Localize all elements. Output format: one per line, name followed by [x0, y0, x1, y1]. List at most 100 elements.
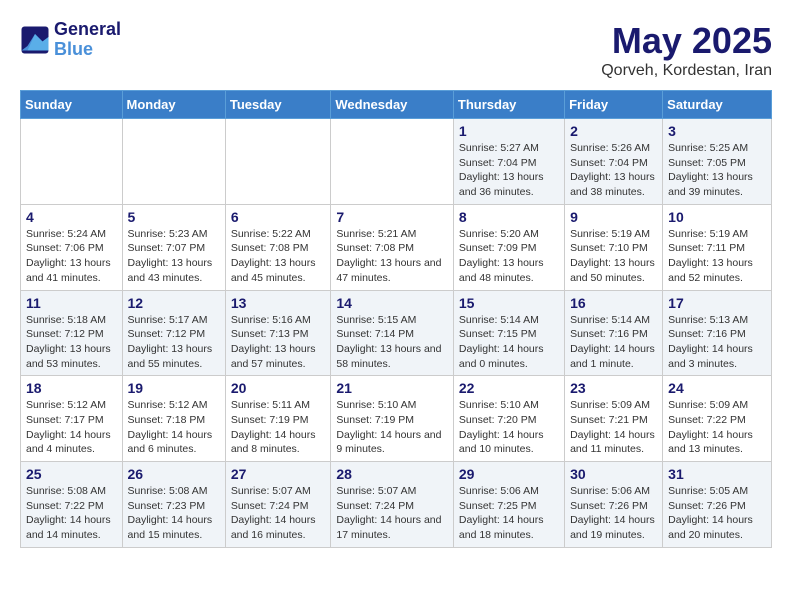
- day-info: Sunrise: 5:24 AM Sunset: 7:06 PM Dayligh…: [26, 227, 117, 286]
- day-number: 20: [231, 380, 326, 396]
- day-info: Sunrise: 5:08 AM Sunset: 7:23 PM Dayligh…: [128, 484, 220, 543]
- day-number: 9: [570, 209, 657, 225]
- day-info: Sunrise: 5:10 AM Sunset: 7:20 PM Dayligh…: [459, 398, 559, 457]
- logo-icon: [20, 25, 50, 55]
- day-info: Sunrise: 5:06 AM Sunset: 7:26 PM Dayligh…: [570, 484, 657, 543]
- calendar-cell: 16Sunrise: 5:14 AM Sunset: 7:16 PM Dayli…: [565, 290, 663, 376]
- calendar-cell: 29 Sunrise: 5:06 AM Sunset: 7:25 PM Dayli…: [453, 462, 564, 548]
- day-number: 5: [128, 209, 220, 225]
- day-info: Sunrise: 5:09 AM Sunset: 7:21 PM Dayligh…: [570, 398, 657, 457]
- calendar-week-row: 1Sunrise: 5:27 AM Sunset: 7:04 PM Daylig…: [21, 119, 772, 205]
- day-number: 13: [231, 295, 326, 311]
- day-number: 16: [570, 295, 657, 311]
- calendar-cell: 25 Sunrise: 5:08 AM Sunset: 7:22 PM Dayli…: [21, 462, 123, 548]
- weekday-header-monday: Monday: [122, 91, 225, 119]
- day-info: Sunrise: 5:26 AM Sunset: 7:04 PM Dayligh…: [570, 141, 657, 200]
- weekday-header-friday: Friday: [565, 91, 663, 119]
- weekday-header-thursday: Thursday: [453, 91, 564, 119]
- day-number: 4: [26, 209, 117, 225]
- calendar-week-row: 25 Sunrise: 5:08 AM Sunset: 7:22 PM Dayli…: [21, 462, 772, 548]
- calendar-cell: 6 Sunrise: 5:22 AM Sunset: 7:08 PM Daylig…: [225, 204, 331, 290]
- calendar-cell: 17 Sunrise: 5:13 AM Sunset: 7:16 PM Dayli…: [663, 290, 772, 376]
- day-number: 15: [459, 295, 559, 311]
- calendar-cell: 9 Sunrise: 5:19 AM Sunset: 7:10 PM Daylig…: [565, 204, 663, 290]
- month-title: May 2025: [601, 20, 772, 62]
- day-info: Sunrise: 5:22 AM Sunset: 7:08 PM Dayligh…: [231, 227, 326, 286]
- title-block: May 2025 Qorveh, Kordestan, Iran: [601, 20, 772, 80]
- day-number: 24: [668, 380, 766, 396]
- day-info: Sunrise: 5:25 AM Sunset: 7:05 PM Dayligh…: [668, 141, 766, 200]
- day-info: Sunrise: 5:05 AM Sunset: 7:26 PM Dayligh…: [668, 484, 766, 543]
- page-header: General Blue May 2025 Qorveh, Kordestan,…: [20, 20, 772, 80]
- calendar-cell: [331, 119, 454, 205]
- calendar-cell: 14 Sunrise: 5:15 AM Sunset: 7:14 PM Dayli…: [331, 290, 454, 376]
- day-number: 18: [26, 380, 117, 396]
- calendar-cell: [122, 119, 225, 205]
- calendar-cell: 31Sunrise: 5:05 AM Sunset: 7:26 PM Dayli…: [663, 462, 772, 548]
- day-number: 14: [336, 295, 448, 311]
- day-number: 27: [231, 466, 326, 482]
- calendar-cell: 22 Sunrise: 5:10 AM Sunset: 7:20 PM Dayli…: [453, 376, 564, 462]
- calendar-week-row: 4 Sunrise: 5:24 AM Sunset: 7:06 PM Daylig…: [21, 204, 772, 290]
- day-info: Sunrise: 5:23 AM Sunset: 7:07 PM Dayligh…: [128, 227, 220, 286]
- day-info: Sunrise: 5:19 AM Sunset: 7:11 PM Dayligh…: [668, 227, 766, 286]
- day-info: Sunrise: 5:21 AM Sunset: 7:08 PM Dayligh…: [336, 227, 448, 286]
- weekday-header-saturday: Saturday: [663, 91, 772, 119]
- day-info: Sunrise: 5:16 AM Sunset: 7:13 PM Dayligh…: [231, 313, 326, 372]
- day-number: 29: [459, 466, 559, 482]
- calendar-cell: 23 Sunrise: 5:09 AM Sunset: 7:21 PM Dayli…: [565, 376, 663, 462]
- day-number: 6: [231, 209, 326, 225]
- calendar-cell: [225, 119, 331, 205]
- calendar-cell: 30Sunrise: 5:06 AM Sunset: 7:26 PM Dayli…: [565, 462, 663, 548]
- day-number: 23: [570, 380, 657, 396]
- weekday-header-sunday: Sunday: [21, 91, 123, 119]
- day-number: 8: [459, 209, 559, 225]
- calendar-cell: 15 Sunrise: 5:14 AM Sunset: 7:15 PM Dayli…: [453, 290, 564, 376]
- day-info: Sunrise: 5:08 AM Sunset: 7:22 PM Dayligh…: [26, 484, 117, 543]
- day-info: Sunrise: 5:19 AM Sunset: 7:10 PM Dayligh…: [570, 227, 657, 286]
- day-number: 28: [336, 466, 448, 482]
- calendar-cell: 5 Sunrise: 5:23 AM Sunset: 7:07 PM Daylig…: [122, 204, 225, 290]
- day-number: 17: [668, 295, 766, 311]
- calendar-cell: 8Sunrise: 5:20 AM Sunset: 7:09 PM Daylig…: [453, 204, 564, 290]
- day-info: Sunrise: 5:12 AM Sunset: 7:17 PM Dayligh…: [26, 398, 117, 457]
- weekday-header-tuesday: Tuesday: [225, 91, 331, 119]
- day-info: Sunrise: 5:17 AM Sunset: 7:12 PM Dayligh…: [128, 313, 220, 372]
- calendar-cell: 13 Sunrise: 5:16 AM Sunset: 7:13 PM Dayli…: [225, 290, 331, 376]
- day-info: Sunrise: 5:13 AM Sunset: 7:16 PM Dayligh…: [668, 313, 766, 372]
- day-number: 26: [128, 466, 220, 482]
- logo-text: General Blue: [54, 20, 121, 60]
- day-number: 7: [336, 209, 448, 225]
- day-info: Sunrise: 5:09 AM Sunset: 7:22 PM Dayligh…: [668, 398, 766, 457]
- calendar-table: SundayMondayTuesdayWednesdayThursdayFrid…: [20, 90, 772, 548]
- calendar-cell: 28 Sunrise: 5:07 AM Sunset: 7:24 PM Dayli…: [331, 462, 454, 548]
- calendar-week-row: 11Sunrise: 5:18 AM Sunset: 7:12 PM Dayli…: [21, 290, 772, 376]
- calendar-cell: 3 Sunrise: 5:25 AM Sunset: 7:05 PM Daylig…: [663, 119, 772, 205]
- calendar-cell: 19Sunrise: 5:12 AM Sunset: 7:18 PM Dayli…: [122, 376, 225, 462]
- day-info: Sunrise: 5:15 AM Sunset: 7:14 PM Dayligh…: [336, 313, 448, 372]
- day-number: 3: [668, 123, 766, 139]
- weekday-header-row: SundayMondayTuesdayWednesdayThursdayFrid…: [21, 91, 772, 119]
- calendar-cell: 1Sunrise: 5:27 AM Sunset: 7:04 PM Daylig…: [453, 119, 564, 205]
- calendar-cell: 4 Sunrise: 5:24 AM Sunset: 7:06 PM Daylig…: [21, 204, 123, 290]
- calendar-cell: 24 Sunrise: 5:09 AM Sunset: 7:22 PM Dayli…: [663, 376, 772, 462]
- calendar-cell: 20Sunrise: 5:11 AM Sunset: 7:19 PM Dayli…: [225, 376, 331, 462]
- day-info: Sunrise: 5:14 AM Sunset: 7:15 PM Dayligh…: [459, 313, 559, 372]
- weekday-header-wednesday: Wednesday: [331, 91, 454, 119]
- calendar-cell: 7 Sunrise: 5:21 AM Sunset: 7:08 PM Daylig…: [331, 204, 454, 290]
- day-number: 10: [668, 209, 766, 225]
- calendar-cell: 21 Sunrise: 5:10 AM Sunset: 7:19 PM Dayli…: [331, 376, 454, 462]
- day-info: Sunrise: 5:10 AM Sunset: 7:19 PM Dayligh…: [336, 398, 448, 457]
- calendar-week-row: 18 Sunrise: 5:12 AM Sunset: 7:17 PM Dayli…: [21, 376, 772, 462]
- day-number: 2: [570, 123, 657, 139]
- day-info: Sunrise: 5:06 AM Sunset: 7:25 PM Dayligh…: [459, 484, 559, 543]
- day-info: Sunrise: 5:07 AM Sunset: 7:24 PM Dayligh…: [336, 484, 448, 543]
- calendar-cell: 12 Sunrise: 5:17 AM Sunset: 7:12 PM Dayli…: [122, 290, 225, 376]
- day-number: 25: [26, 466, 117, 482]
- day-info: Sunrise: 5:12 AM Sunset: 7:18 PM Dayligh…: [128, 398, 220, 457]
- day-number: 21: [336, 380, 448, 396]
- day-number: 12: [128, 295, 220, 311]
- calendar-cell: 10 Sunrise: 5:19 AM Sunset: 7:11 PM Dayli…: [663, 204, 772, 290]
- logo: General Blue: [20, 20, 121, 60]
- day-number: 22: [459, 380, 559, 396]
